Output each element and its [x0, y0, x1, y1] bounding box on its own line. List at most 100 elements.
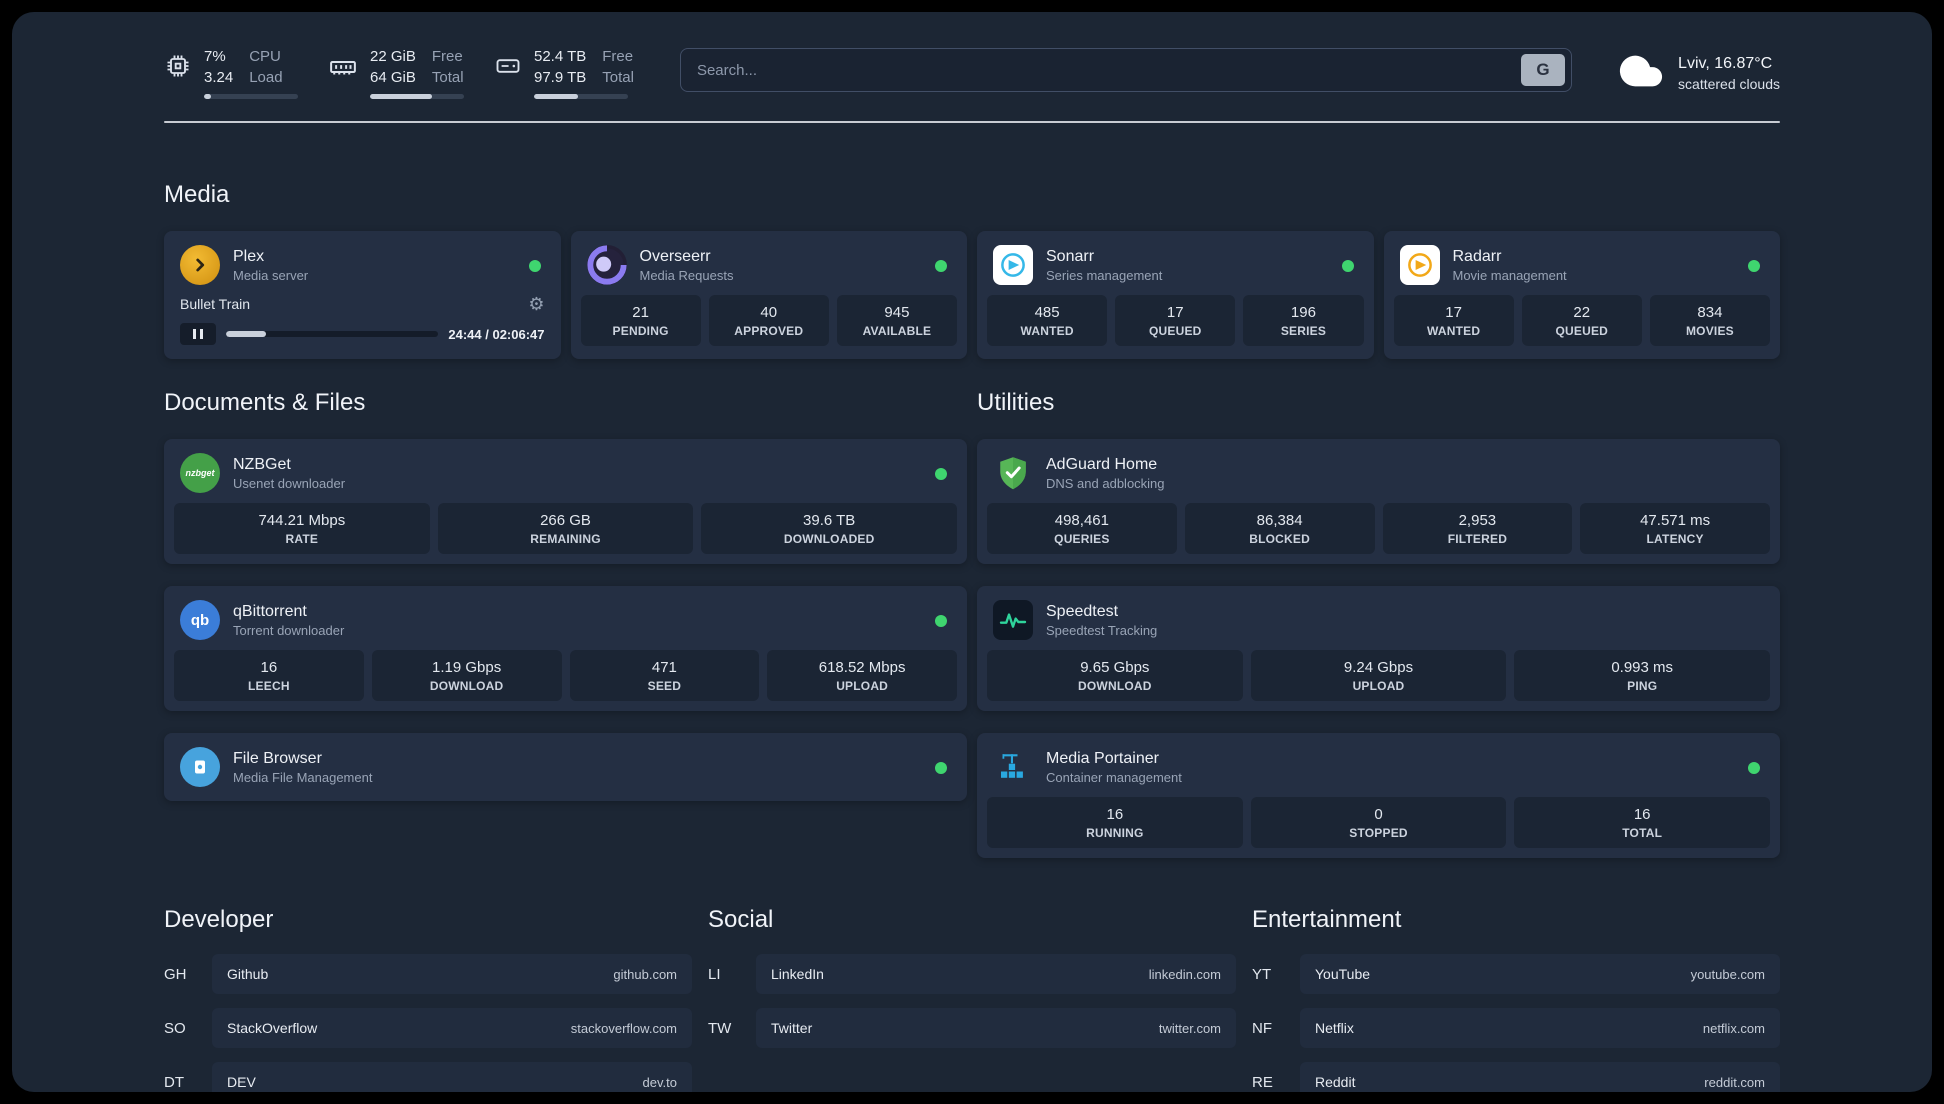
memory-total-label: Total [431, 69, 464, 86]
stat-value: 744.21 Mbps [258, 512, 346, 529]
pause-button[interactable] [180, 323, 216, 345]
card-plex[interactable]: Plex Media server Bullet Train ⚙ 24:44 /… [164, 231, 561, 359]
app-description: Series management [1046, 267, 1163, 283]
bookmark-name: LinkedIn [771, 966, 824, 982]
stat-value: 0 [1374, 806, 1383, 823]
card-adguard[interactable]: AdGuard Home DNS and adblocking 498,461 … [977, 439, 1780, 564]
bookmark-domain: github.com [613, 966, 677, 982]
card-speedtest[interactable]: Speedtest Speedtest Tracking 9.65 Gbps D… [977, 586, 1780, 711]
disk-icon [494, 52, 522, 85]
bookmark-abbr: YT [1252, 965, 1272, 983]
bookmark-domain: twitter.com [1158, 1020, 1221, 1036]
stat-value: 1.19 Gbps [432, 659, 502, 676]
card-filebrowser[interactable]: File Browser Media File Management [164, 733, 967, 801]
stat-tile: 39.6 TB DOWNLOADED [701, 503, 958, 554]
top-bar: 7% 3.24 CPU Load 22 GiB 64 GiB Free Tota… [164, 12, 1780, 99]
stat-value: 498,461 [1054, 512, 1109, 529]
weather-location: Lviv, 16.87°C [1678, 55, 1773, 72]
stat-label: RUNNING [1086, 826, 1144, 840]
card-qbittorrent[interactable]: qb qBittorrent Torrent downloader 16 LEE… [164, 586, 967, 711]
stat-tile: 22 QUEUED [1521, 295, 1642, 346]
app-description: Speedtest Tracking [1046, 622, 1158, 638]
documents-column: Documents & Files nzbget NZBGet Usenet d… [164, 389, 967, 858]
bookmark-youtube[interactable]: YT YouTube youtube.com [1252, 954, 1780, 994]
qbittorrent-icon-text: qb [190, 611, 210, 629]
bookmark-abbr: NF [1252, 1019, 1272, 1037]
cpu-usage-label: CPU [249, 48, 281, 65]
search-input[interactable] [696, 61, 1522, 79]
playback-progress-bar[interactable] [226, 331, 439, 337]
stat-label: LATENCY [1646, 532, 1704, 546]
stat-tile: 834 MOVIES [1649, 295, 1771, 346]
section-title-documents: Documents & Files [164, 389, 366, 416]
cpu-progress-fill [204, 94, 211, 99]
stat-value: 945 [884, 304, 910, 321]
app-name: Media Portainer [1046, 749, 1159, 767]
cpu-progress-bar [204, 94, 298, 99]
playback-progress-fill [226, 331, 267, 337]
app-name: Radarr [1452, 247, 1502, 265]
search-provider-button[interactable]: G [1521, 54, 1566, 86]
memory-icon [328, 52, 358, 87]
app-name: NZBGet [233, 455, 291, 473]
stat-value: 22 [1573, 304, 1591, 321]
status-online-dot [1748, 762, 1760, 774]
bookmark-stackoverflow[interactable]: SO StackOverflow stackoverflow.com [164, 1008, 692, 1048]
stat-label: STOPPED [1349, 826, 1408, 840]
bookmark-name: Twitter [771, 1020, 813, 1036]
app-description: Torrent downloader [233, 622, 345, 638]
card-portainer[interactable]: Media Portainer Container management 16 … [977, 733, 1780, 858]
dashboard-page: 7% 3.24 CPU Load 22 GiB 64 GiB Free Tota… [12, 12, 1932, 1092]
cpu-widget: 7% 3.24 CPU Load [164, 46, 298, 99]
disk-free-value: 52.4 TB [534, 48, 587, 65]
bookmark-abbr: GH [164, 965, 187, 983]
section-title-developer: Developer [164, 906, 274, 933]
stat-label: BLOCKED [1249, 532, 1310, 546]
stat-label: REMAINING [530, 532, 601, 546]
bookmark-group-entertainment: Entertainment YT YouTube youtube.com NF … [1252, 906, 1780, 1092]
status-online-dot [935, 615, 947, 627]
bookmark-domain: stackoverflow.com [570, 1020, 677, 1036]
memory-free-label: Free [431, 48, 463, 65]
app-description: Movie management [1452, 267, 1567, 283]
stat-label: SERIES [1280, 324, 1327, 338]
section-title-entertainment: Entertainment [1252, 906, 1402, 933]
stat-value: 17 [1445, 304, 1462, 321]
bookmark-github[interactable]: GH Github github.com [164, 954, 692, 994]
section-title-social: Social [708, 906, 774, 933]
stat-value: 21 [632, 304, 649, 321]
bookmark-linkedin[interactable]: LI LinkedIn linkedin.com [708, 954, 1236, 994]
stat-label: UPLOAD [836, 679, 889, 693]
stat-tile: 945 AVAILABLE [836, 295, 958, 346]
card-nzbget[interactable]: nzbget NZBGet Usenet downloader 744.21 M… [164, 439, 967, 564]
bookmark-twitter[interactable]: TW Twitter twitter.com [708, 1008, 1236, 1048]
stat-tile: 0.993 ms PING [1514, 650, 1771, 701]
stat-label: SEED [647, 679, 682, 693]
stat-label: APPROVED [734, 324, 804, 338]
stat-tile: 498,461 QUERIES [987, 503, 1177, 554]
memory-free-value: 22 GiB [370, 48, 416, 65]
card-sonarr[interactable]: Sonarr Series management 485 WANTED 17 Q… [977, 231, 1374, 359]
memory-widget: 22 GiB 64 GiB Free Total [328, 46, 464, 99]
cpu-load-label: Load [249, 69, 283, 86]
bookmark-reddit[interactable]: RE Reddit reddit.com [1252, 1062, 1780, 1092]
bookmark-group-social: Social LI LinkedIn linkedin.com TW Twitt… [708, 906, 1236, 1092]
weather-widget[interactable]: Lviv, 16.87°C scattered clouds [1618, 48, 1780, 99]
radarr-icon [1399, 245, 1440, 285]
stat-tile: 16 TOTAL [1514, 797, 1771, 848]
bookmark-netflix[interactable]: NF Netflix netflix.com [1252, 1008, 1780, 1048]
stat-value: 17 [1166, 304, 1184, 321]
bookmark-dev[interactable]: DT DEV dev.to [164, 1062, 692, 1092]
nzbget-icon-text: nzbget [185, 468, 215, 478]
app-name: Plex [233, 247, 265, 265]
bookmark-name: YouTube [1315, 966, 1371, 982]
status-online-dot [528, 260, 541, 272]
settings-gear-icon[interactable]: ⚙ [528, 295, 544, 313]
stat-tile: 40 APPROVED [708, 295, 829, 346]
app-name: Sonarr [1046, 247, 1095, 265]
card-radarr[interactable]: Radarr Movie management 17 WANTED 22 QUE… [1383, 231, 1780, 359]
stat-value: 16 [1633, 806, 1651, 823]
card-overseerr[interactable]: Overseerr Media Requests 21 PENDING 40 A… [570, 231, 967, 359]
status-online-dot [1341, 260, 1354, 272]
stat-value: 618.52 Mbps [818, 659, 906, 676]
